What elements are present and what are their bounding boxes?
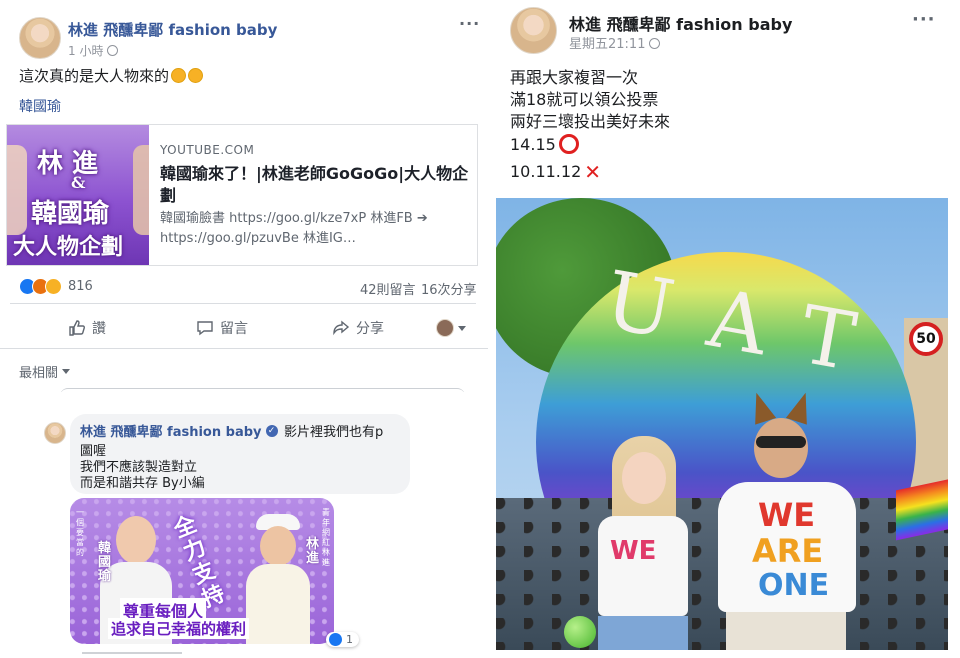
reaction-avatar-selector[interactable] [436,319,466,337]
green-ball [564,616,596,648]
like-reaction-icon [329,633,342,646]
more-options-icon[interactable]: ··· [459,14,480,33]
post-photo[interactable]: UAT 50 WE WE ARE ONE [496,198,948,650]
author-name[interactable]: 林進 飛醺卑鄙 fashion baby [569,11,792,35]
post-timestamp[interactable]: 1 小時 [68,42,119,59]
left-post-card: 林進 飛醺卑鄙 fashion baby 1 小時 ··· 這次真的是大人物來的… [0,0,489,392]
sort-dropdown[interactable]: 最相關 [19,362,71,381]
haha-reaction-icon [45,278,62,295]
speed-sign: 50 [909,322,943,356]
caret-down-icon [458,325,466,331]
thumb-line-4: 大人物企劃 [13,234,124,260]
divider [0,348,488,349]
author-avatar[interactable] [510,7,557,54]
share-icon [333,320,350,336]
right-side-text: 青年網紅林進 [322,508,330,567]
red-circle-icon [558,134,579,154]
link-title[interactable]: 韓國瑜來了！|林進老師GoGoGo|大人物企劃 [160,163,470,207]
comments-count[interactable]: 42則留言 [360,279,416,298]
caption-line-2: 追求自己幸福的權利 [108,618,250,639]
thumb-line-1: 林 進 [37,149,99,179]
shirt-text-left: WE [610,536,657,566]
share-button[interactable]: 分享 [332,318,384,338]
author-name[interactable]: 林進 飛醺卑鄙 fashion baby [68,19,277,40]
more-options-icon[interactable]: ··· [912,9,936,30]
sunglasses [756,436,806,448]
caret-down-icon [62,369,71,374]
post-timestamp[interactable]: 星期五21:11 [569,33,661,52]
link-domain: YOUTUBE.COM [160,143,255,157]
small-avatar [436,319,454,337]
globe-icon [107,45,119,56]
reactions-summary[interactable]: 816 [19,278,93,295]
rofl-emoji-icon [171,68,187,83]
author-avatar[interactable] [19,17,61,59]
right-vertical-label: 林 進 [306,537,320,566]
comment-card: 林進 飛醺卑鄙 fashion baby ✓ 影片裡我們也有p 圖喔 我們不應該… [0,392,488,658]
comment-line-1: 影片裡我們也有p [284,425,384,440]
comment-like-count[interactable]: 1 [326,632,359,647]
post-line-2: 滿18就可以領公投票 [510,90,659,109]
comment-icon [197,321,213,336]
divider [10,303,476,304]
left-side-text: 一個要當的 [76,508,84,557]
thumbs-up-icon [69,320,85,336]
link-preview[interactable]: 林 進 & 韓國瑜 大人物企劃 YOUTUBE.COM 韓國瑜來了！|林進老師G… [6,124,478,266]
comment-actions-cut [82,652,182,658]
person-boy: WE ARE ONE [718,389,868,650]
post-line-1: 再跟大家複習一次 [510,68,639,87]
commenter-avatar[interactable] [44,422,66,444]
left-vertical-label: 韓國瑜 [98,541,112,584]
comment-button[interactable]: 留言 [196,318,248,338]
right-post-card: 林進 飛醺卑鄙 fashion baby 星期五21:11 ··· 再跟大家複習… [488,0,960,658]
tagline-text: 全力支持 [170,511,229,613]
post-line-4: 14.15 [510,134,579,154]
right-person [246,514,310,644]
verified-badge-icon: ✓ [265,424,278,437]
hashtag-link[interactable]: 韓國瑜 [19,96,61,116]
globe-icon [649,38,661,49]
like-button[interactable]: 讚 [68,318,106,338]
shares-count[interactable]: 16次分享 [421,279,477,298]
thumb-line-3: 韓國瑜 [31,199,110,229]
comment-author[interactable]: 林進 飛醺卑鄙 fashion baby ✓ [80,421,278,440]
rofl-emoji-icon [188,68,204,83]
comment-line-4: 而是和諧共存 By小編 [80,476,205,491]
comment-image[interactable]: 韓國瑜 一個要當的 林 進 青年網紅林進 全力支持 尊重每個人 追求自己幸福的權… [70,498,334,644]
post-text: 這次真的是大人物來的 [19,65,204,87]
link-description: 韓國瑜臉書 https://goo.gl/kze7xP 林進FB ➔ https… [160,211,428,246]
thumb-line-2: & [71,173,86,192]
link-thumbnail: 林 進 & 韓國瑜 大人物企劃 [7,125,149,265]
shirt-text-1: WE [758,496,816,534]
post-line-3: 兩好三壞投出美好未來 [510,112,671,131]
shirt-text-3: ONE [758,568,830,603]
shirt-text-2: ARE [752,532,824,570]
red-cross-icon: ✕ [584,159,602,184]
person-girl: WE [588,436,708,650]
post-line-5: 10.11.12 ✕ [510,159,602,184]
